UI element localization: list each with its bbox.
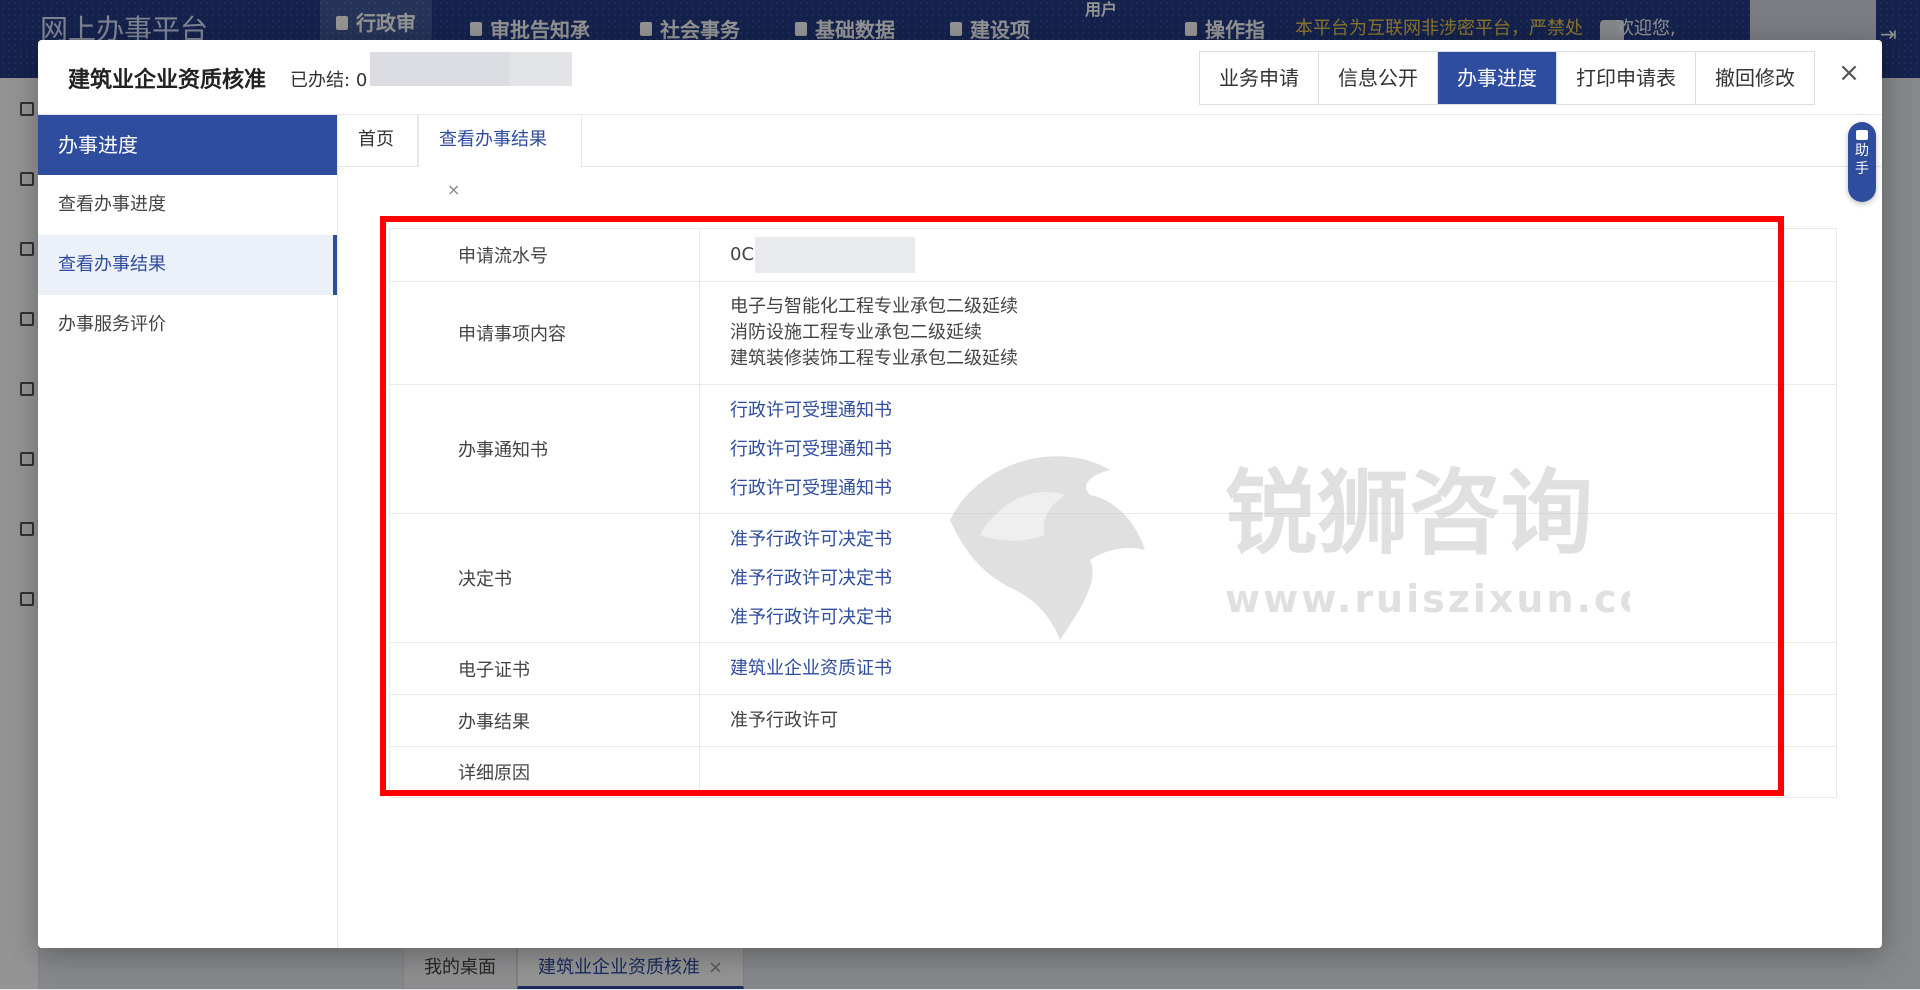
serial-cell: 0C: [700, 229, 1836, 281]
progress-button[interactable]: 办事进度: [1438, 52, 1557, 104]
sidebar-item-service-rating[interactable]: 办事服务评价: [38, 295, 337, 355]
chat-icon: [1856, 130, 1868, 140]
modal-close-icon[interactable]: ×: [1834, 58, 1864, 88]
result-label: 办事结果: [390, 695, 700, 746]
modal-title: 建筑业企业资质核准: [68, 68, 267, 93]
progress-sidebar: 办事进度 查看办事进度 查看办事结果 办事服务评价: [38, 115, 338, 948]
decision-link[interactable]: 准予行政许可决定书: [730, 520, 1806, 559]
qualification-modal: 建筑业企业资质核准 已办结: 0 业务申请 信息公开 办事进度 打印申请表 撤回…: [38, 40, 1882, 948]
table-row: 决定书 准予行政许可决定书 准予行政许可决定书 准予行政许可决定书: [390, 514, 1836, 643]
table-row: 申请流水号 0C: [390, 229, 1836, 282]
result-cell: 准予行政许可: [700, 695, 1836, 746]
sidebar-item-view-progress[interactable]: 查看办事进度: [38, 175, 337, 235]
tab-label: 查看办事结果: [439, 129, 547, 150]
notice-link[interactable]: 行政许可受理通知书: [730, 391, 1806, 430]
tab-view-result[interactable]: 查看办事结果 ×: [418, 115, 582, 199]
table-row: 详细原因: [390, 747, 1836, 797]
decision-label: 决定书: [390, 514, 700, 642]
reason-cell: [700, 747, 1836, 797]
table-row: 办事通知书 行政许可受理通知书 行政许可受理通知书 行政许可受理通知书: [390, 385, 1836, 514]
print-form-button[interactable]: 打印申请表: [1557, 52, 1696, 104]
content-line: 消防设施工程专业承包二级延续: [730, 322, 982, 343]
reason-label: 详细原因: [390, 747, 700, 797]
tab-home[interactable]: 首页: [338, 115, 418, 166]
modal-button-group: 业务申请 信息公开 办事进度 打印申请表 撤回修改: [1199, 51, 1815, 105]
content-tabbar: 首页 查看办事结果 ×: [338, 115, 1882, 199]
redacted-block: [370, 52, 572, 86]
content-label: 申请事项内容: [390, 282, 700, 384]
notice-label: 办事通知书: [390, 385, 700, 513]
result-value: 准予行政许可: [730, 709, 838, 731]
business-apply-button[interactable]: 业务申请: [1200, 52, 1319, 104]
decision-link[interactable]: 准予行政许可决定书: [730, 559, 1806, 598]
table-row: 电子证书 建筑业企业资质证书: [390, 643, 1836, 695]
redacted-block: [755, 237, 915, 273]
done-count: 已办结: 0: [290, 66, 367, 92]
assistant-label-1: 助: [1855, 143, 1869, 159]
cert-cell: 建筑业企业资质证书: [700, 643, 1836, 694]
sidebar-header: 办事进度: [38, 115, 337, 175]
content-line: 电子与智能化工程专业承包二级延续: [730, 296, 1018, 317]
decision-link[interactable]: 准予行政许可决定书: [730, 598, 1806, 637]
table-row: 申请事项内容 电子与智能化工程专业承包二级延续 消防设施工程专业承包二级延续 建…: [390, 282, 1836, 385]
decision-cell: 准予行政许可决定书 准予行政许可决定书 准予行政许可决定书: [700, 514, 1836, 642]
assistant-button[interactable]: 助 手: [1848, 122, 1876, 202]
serial-label: 申请流水号: [390, 229, 700, 281]
notice-link[interactable]: 行政许可受理通知书: [730, 469, 1806, 508]
result-table: 申请流水号 0C 申请事项内容 电子与智能化工程专业承包二级延续 消防设施工程专…: [389, 228, 1837, 798]
serial-value: 0C: [730, 244, 755, 265]
cert-link[interactable]: 建筑业企业资质证书: [730, 649, 1806, 688]
cert-label: 电子证书: [390, 643, 700, 694]
withdraw-edit-button[interactable]: 撤回修改: [1696, 52, 1814, 104]
notice-cell: 行政许可受理通知书 行政许可受理通知书 行政许可受理通知书: [700, 385, 1836, 513]
sidebar-item-view-result[interactable]: 查看办事结果: [38, 235, 337, 295]
content-cell: 电子与智能化工程专业承包二级延续 消防设施工程专业承包二级延续 建筑装修装饰工程…: [700, 282, 1836, 384]
modal-header: 建筑业企业资质核准 已办结: 0 业务申请 信息公开 办事进度 打印申请表 撤回…: [38, 40, 1882, 115]
content-line: 建筑装修装饰工程专业承包二级延续: [730, 348, 1018, 369]
close-icon[interactable]: ×: [447, 180, 460, 199]
notice-link[interactable]: 行政许可受理通知书: [730, 430, 1806, 469]
table-row: 办事结果 准予行政许可: [390, 695, 1836, 747]
done-label: 已办结:: [290, 70, 351, 91]
done-value: 0: [355, 70, 368, 91]
info-public-button[interactable]: 信息公开: [1319, 52, 1438, 104]
assistant-label-2: 手: [1855, 161, 1869, 177]
